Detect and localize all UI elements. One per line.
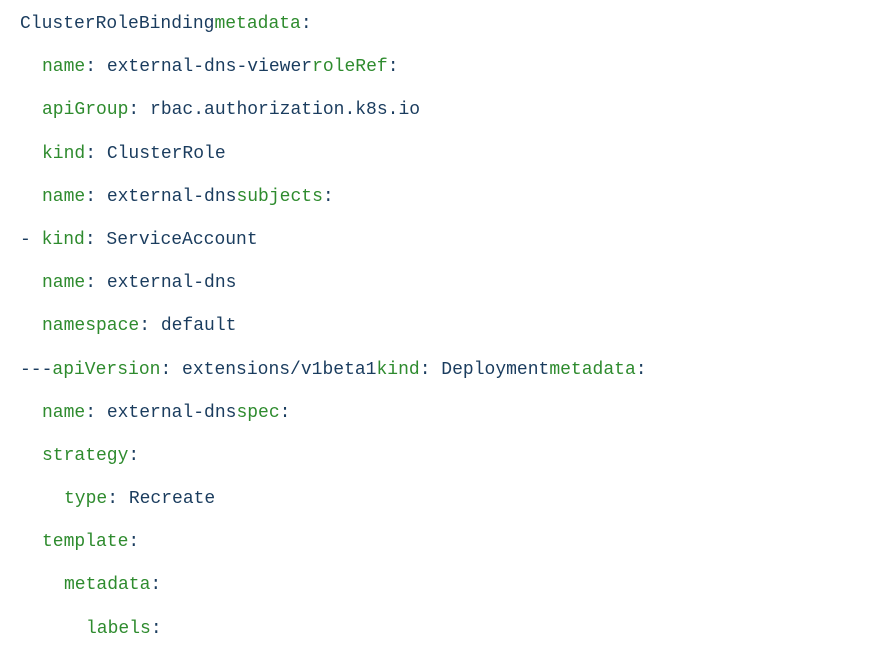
code-segment: labels [86,619,151,639]
code-segment: : [128,532,139,552]
code-block: ClusterRoleBindingmetadata:name: externa… [20,12,862,642]
code-line-1: name: external-dns-viewerroleRef: [20,55,862,80]
code-segment: template [42,532,128,552]
code-segment: : [323,187,334,207]
code-line-10: strategy: [20,444,862,469]
code-segment: : external-dns [85,273,236,293]
code-line-2: apiGroup: rbac.authorization.k8s.io [20,98,862,123]
code-segment: : ServiceAccount [85,230,258,250]
code-segment: : [280,403,291,423]
code-segment: : Recreate [107,489,215,509]
code-segment: - [20,230,42,250]
code-line-11: type: Recreate [20,487,862,512]
code-segment: : extensions/v1beta1 [160,360,376,380]
code-segment: : [636,360,647,380]
code-segment: spec [236,403,279,423]
code-line-5: - kind: ServiceAccount [20,228,862,253]
code-segment: apiVersion [52,360,160,380]
code-segment: kind [376,360,419,380]
code-segment: roleRef [312,57,388,77]
code-segment: metadata [64,575,150,595]
code-line-4: name: external-dnssubjects: [20,185,862,210]
code-line-3: kind: ClusterRole [20,142,862,167]
code-segment: : [128,446,139,466]
code-segment: metadata [549,360,635,380]
code-segment: : default [139,316,236,336]
code-segment: : rbac.authorization.k8s.io [128,100,420,120]
code-line-6: name: external-dns [20,271,862,296]
code-segment: : ClusterRole [85,144,225,164]
code-segment: subjects [236,187,322,207]
code-segment: apiGroup [42,100,128,120]
code-line-9: name: external-dnsspec: [20,401,862,426]
code-segment: : [301,14,312,34]
code-segment: kind [42,144,85,164]
code-segment: type [64,489,107,509]
code-segment: kind [42,230,85,250]
code-segment: : [388,57,399,77]
code-line-8: ---apiVersion: extensions/v1beta1kind: D… [20,358,862,383]
code-segment: : external-dns [85,403,236,423]
code-segment: name [42,57,85,77]
code-line-12: template: [20,530,862,555]
code-segment: : [151,619,162,639]
code-segment: name [42,403,85,423]
code-segment: : [150,575,161,595]
code-segment: metadata [214,14,300,34]
code-segment: strategy [42,446,128,466]
code-segment: namespace [42,316,139,336]
code-line-13: metadata: [20,573,862,598]
code-segment: ClusterRoleBinding [20,14,214,34]
code-line-14: labels: [20,617,862,642]
code-segment: : Deployment [420,360,550,380]
code-segment: --- [20,360,52,380]
code-line-7: namespace: default [20,314,862,339]
code-segment: name [42,273,85,293]
code-line-0: ClusterRoleBindingmetadata: [20,12,862,37]
code-segment: name [42,187,85,207]
code-segment: : external-dns [85,187,236,207]
code-segment: : external-dns-viewer [85,57,312,77]
